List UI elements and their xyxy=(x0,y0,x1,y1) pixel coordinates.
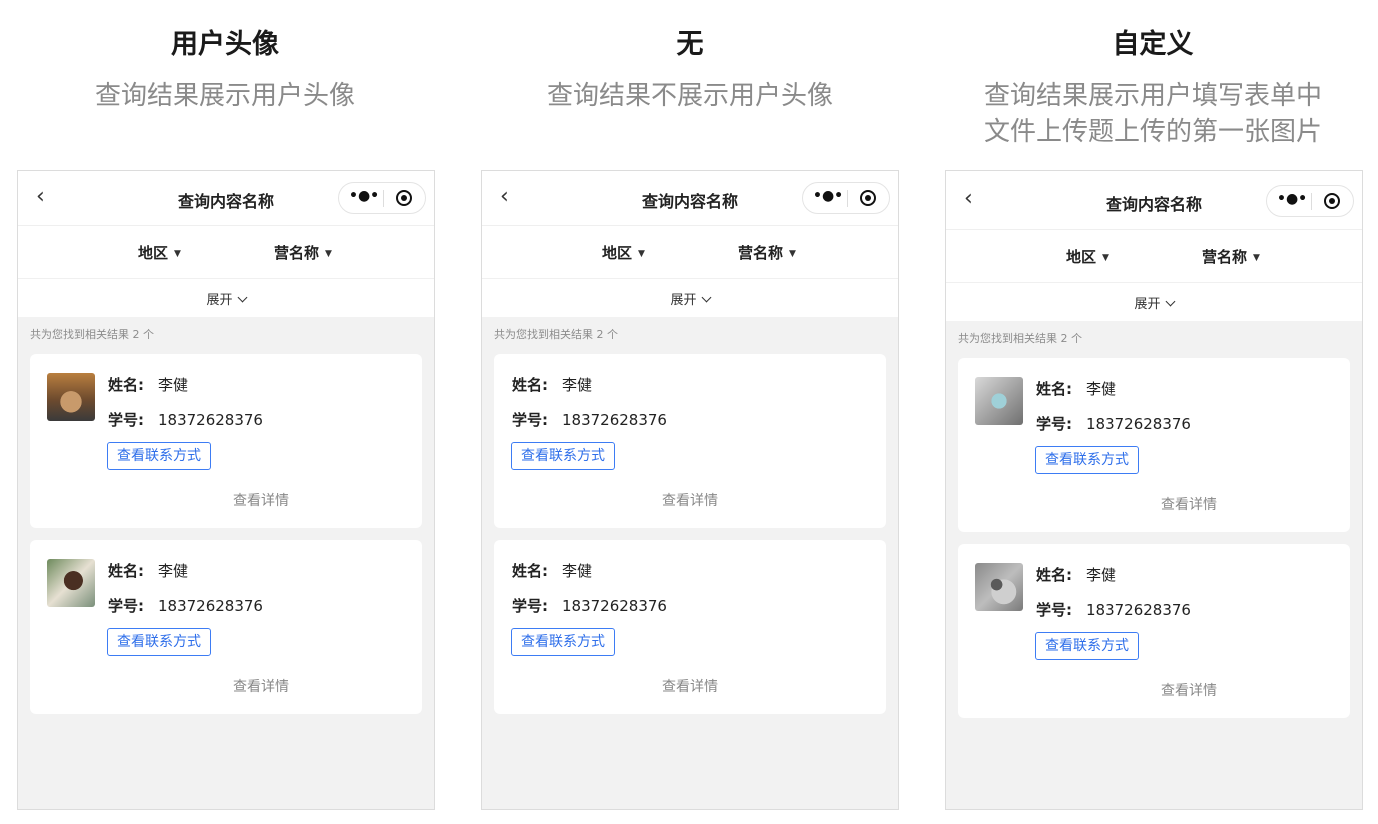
name-value: 李健 xyxy=(158,376,189,394)
column-title: 用户头像 xyxy=(171,29,279,60)
column-description: 查询结果不展示用户头像 xyxy=(546,81,833,111)
name-value: 李健 xyxy=(1086,566,1117,584)
filter-camp-name[interactable]: 营名称 ▼ xyxy=(274,242,332,263)
name-row: 姓名: 李健 xyxy=(1036,566,1117,584)
column-custom-avatar: 自定义 查询结果展示用户填写表单中 文件上传题上传的第一张图片 ‹ 查询内容名称… xyxy=(928,0,1378,824)
student-id-value: 18372628376 xyxy=(158,411,263,429)
result-count: 共为您找到相关结果 2 个 xyxy=(30,328,154,341)
more-dots-icon[interactable]: •●• xyxy=(349,188,379,204)
filter-bar: 地区 ▼ 营名称 ▼ xyxy=(482,226,898,279)
student-id-value: 18372628376 xyxy=(562,411,667,429)
view-contact-button[interactable]: 查看联系方式 xyxy=(511,442,615,470)
avatar xyxy=(47,373,95,421)
mini-program-capsule: •●• xyxy=(1266,185,1354,217)
target-circle-icon[interactable] xyxy=(1324,193,1340,209)
view-contact-button[interactable]: 查看联系方式 xyxy=(107,628,211,656)
filter-bar: 地区 ▼ 营名称 ▼ xyxy=(18,226,434,279)
name-value: 李健 xyxy=(562,376,593,394)
chevron-down-icon xyxy=(701,292,711,303)
student-id-value: 18372628376 xyxy=(1086,415,1191,433)
filter-region[interactable]: 地区 ▼ xyxy=(602,242,645,263)
view-contact-button[interactable]: 查看联系方式 xyxy=(1035,632,1139,660)
name-value: 李健 xyxy=(562,562,593,580)
view-contact-button[interactable]: 查看联系方式 xyxy=(107,442,211,470)
expand-toggle[interactable]: 展开 xyxy=(482,279,898,317)
student-id-row: 学号: 18372628376 xyxy=(512,411,667,429)
student-id-value: 18372628376 xyxy=(1086,601,1191,619)
caret-down-icon: ▼ xyxy=(789,248,796,259)
result-card: 姓名: 李健 学号: 18372628376 查看联系方式 查看详情 xyxy=(958,544,1350,718)
view-details-link[interactable]: 查看详情 xyxy=(494,490,886,510)
view-details-link[interactable]: 查看详情 xyxy=(1028,680,1350,700)
result-card: 姓名: 李健 学号: 18372628376 查看联系方式 查看详情 xyxy=(494,540,886,714)
view-contact-button[interactable]: 查看联系方式 xyxy=(511,628,615,656)
result-card: 姓名: 李健 学号: 18372628376 查看联系方式 查看详情 xyxy=(30,354,422,528)
mini-program-capsule: •●• xyxy=(802,182,890,214)
target-circle-icon[interactable] xyxy=(860,190,876,206)
column-description: 查询结果展示用户填写表单中 文件上传题上传的第一张图片 xyxy=(983,81,1322,147)
caret-down-icon: ▼ xyxy=(1102,252,1109,263)
result-card: 姓名: 李健 学号: 18372628376 查看联系方式 查看详情 xyxy=(958,358,1350,532)
avatar xyxy=(975,377,1023,425)
view-details-link[interactable]: 查看详情 xyxy=(1028,494,1350,514)
avatar xyxy=(47,559,95,607)
filter-camp-name[interactable]: 营名称 ▼ xyxy=(738,242,796,263)
mini-program-capsule: •●• xyxy=(338,182,426,214)
caret-down-icon: ▼ xyxy=(174,248,181,259)
column-user-avatar: 用户头像 查询结果展示用户头像 ‹ 查询内容名称 •●• 地区 ▼ 营名称 ▼ 展开… xyxy=(0,0,450,824)
view-contact-button[interactable]: 查看联系方式 xyxy=(1035,446,1139,474)
column-title: 无 xyxy=(676,29,704,60)
filter-region[interactable]: 地区 ▼ xyxy=(138,242,181,263)
result-card: 姓名: 李健 学号: 18372628376 查看联系方式 查看详情 xyxy=(494,354,886,528)
column-description: 查询结果展示用户头像 xyxy=(94,81,355,111)
filter-region[interactable]: 地区 ▼ xyxy=(1066,246,1109,267)
expand-toggle[interactable]: 展开 xyxy=(18,279,434,317)
result-count: 共为您找到相关结果 2 个 xyxy=(494,328,618,341)
view-details-link[interactable]: 查看详情 xyxy=(100,676,422,696)
caret-down-icon: ▼ xyxy=(325,248,332,259)
name-row: 姓名: 李健 xyxy=(108,562,189,580)
avatar xyxy=(975,563,1023,611)
view-details-link[interactable]: 查看详情 xyxy=(494,676,886,696)
nav-bar: ‹ 查询内容名称 •●• xyxy=(482,171,898,226)
name-row: 姓名: 李健 xyxy=(512,562,593,580)
target-circle-icon[interactable] xyxy=(396,190,412,206)
filter-bar: 地区 ▼ 营名称 ▼ xyxy=(946,230,1362,283)
chevron-down-icon xyxy=(1165,296,1175,307)
column-no-avatar: 无 查询结果不展示用户头像 ‹ 查询内容名称 •●• 地区 ▼ 营名称 ▼ 展开 共… xyxy=(465,0,915,824)
chevron-down-icon xyxy=(237,292,247,303)
expand-toggle[interactable]: 展开 xyxy=(946,283,1362,321)
result-count: 共为您找到相关结果 2 个 xyxy=(958,332,1082,345)
phone-preview: ‹ 查询内容名称 •●• 地区 ▼ 营名称 ▼ 展开 共为您找到相关结果 2 个 姓… xyxy=(945,170,1363,810)
name-value: 李健 xyxy=(158,562,189,580)
student-id-row: 学号: 18372628376 xyxy=(108,597,263,615)
more-dots-icon[interactable]: •●• xyxy=(1277,191,1307,207)
more-dots-icon[interactable]: •●• xyxy=(813,188,843,204)
column-title: 自定义 xyxy=(1112,29,1194,60)
student-id-row: 学号: 18372628376 xyxy=(108,411,263,429)
name-row: 姓名: 李健 xyxy=(108,376,189,394)
name-row: 姓名: 李健 xyxy=(512,376,593,394)
student-id-row: 学号: 18372628376 xyxy=(1036,415,1191,433)
nav-bar: ‹ 查询内容名称 •●• xyxy=(946,171,1362,230)
phone-preview: ‹ 查询内容名称 •●• 地区 ▼ 营名称 ▼ 展开 共为您找到相关结果 2 个 姓… xyxy=(481,170,899,810)
capsule-divider xyxy=(847,190,848,207)
caret-down-icon: ▼ xyxy=(638,248,645,259)
student-id-row: 学号: 18372628376 xyxy=(512,597,667,615)
capsule-divider xyxy=(1311,193,1312,210)
phone-preview: ‹ 查询内容名称 •●• 地区 ▼ 营名称 ▼ 展开 共为您找到相关结果 2 个 姓… xyxy=(17,170,435,810)
caret-down-icon: ▼ xyxy=(1253,252,1260,263)
name-row: 姓名: 李健 xyxy=(1036,380,1117,398)
nav-bar: ‹ 查询内容名称 •●• xyxy=(18,171,434,226)
view-details-link[interactable]: 查看详情 xyxy=(100,490,422,510)
result-card: 姓名: 李健 学号: 18372628376 查看联系方式 查看详情 xyxy=(30,540,422,714)
name-value: 李健 xyxy=(1086,380,1117,398)
student-id-row: 学号: 18372628376 xyxy=(1036,601,1191,619)
capsule-divider xyxy=(383,190,384,207)
student-id-value: 18372628376 xyxy=(158,597,263,615)
student-id-value: 18372628376 xyxy=(562,597,667,615)
filter-camp-name[interactable]: 营名称 ▼ xyxy=(1202,246,1260,267)
